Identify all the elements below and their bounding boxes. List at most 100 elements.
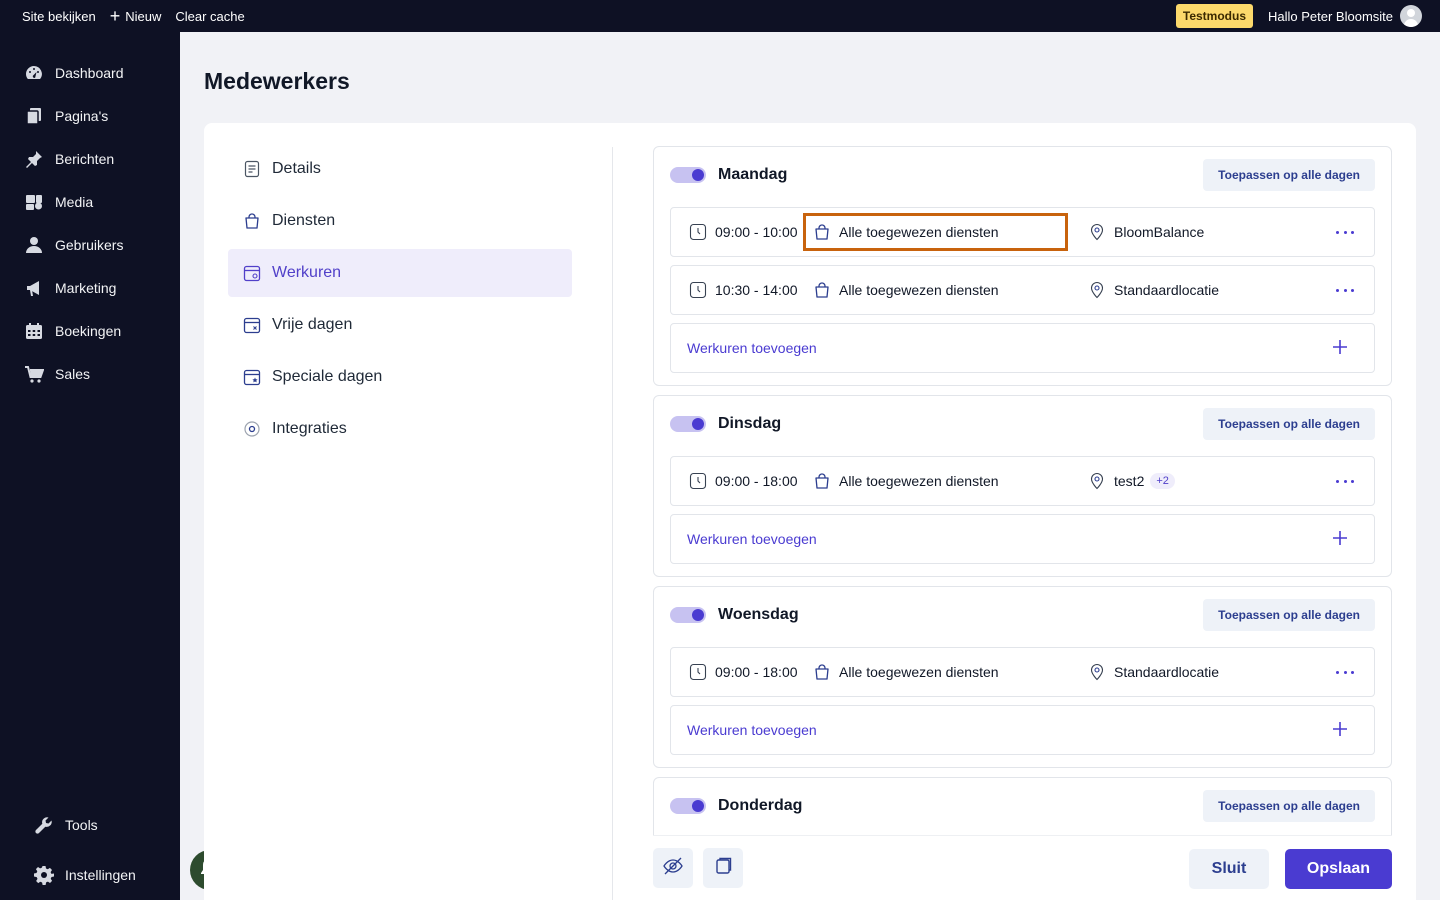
save-button[interactable]: Opslaan [1285, 849, 1392, 889]
day-card-thursday: Donderdag Toepassen op alle dagen [653, 777, 1392, 836]
subnav-item-days-off[interactable]: Vrije dagen [228, 301, 572, 349]
subnav-label: Diensten [272, 212, 336, 229]
day-toggle[interactable] [670, 606, 706, 623]
day-toggle[interactable] [670, 166, 706, 183]
add-working-hours-label: Werkuren toevoegen [687, 722, 817, 738]
time-range[interactable]: 09:00 - 10:00 [671, 223, 803, 241]
day-header: Donderdag Toepassen op alle dagen [670, 778, 1375, 833]
sidebar-item-bookings[interactable]: Boekingen [0, 309, 180, 352]
calendar-star-icon [242, 367, 262, 387]
sidebar-item-marketing[interactable]: Marketing [0, 266, 180, 309]
more-options-icon[interactable] [1336, 283, 1354, 297]
view-site-link[interactable]: Site bekijken [0, 0, 103, 32]
admin-top-bar: Site bekijken + Nieuw Clear cache Testmod… [0, 0, 1440, 32]
subnav-item-services[interactable]: Diensten [228, 197, 572, 245]
add-working-hours-button[interactable]: Werkuren toevoegen [670, 323, 1375, 373]
day-header: Maandag Toepassen op alle dagen [670, 147, 1375, 202]
bag-icon [813, 223, 831, 241]
megaphone-icon [24, 278, 44, 298]
sidebar-item-settings[interactable]: Instellingen [0, 850, 180, 900]
services-selector[interactable]: Alle toegewezen diensten [803, 213, 1068, 251]
apply-all-days-button[interactable]: Toepassen op alle dagen [1203, 598, 1375, 631]
day-name: Donderdag [718, 796, 803, 814]
services-selector[interactable]: Alle toegewezen diensten [803, 653, 1068, 691]
sidebar-item-label: Berichten [55, 150, 115, 167]
close-button[interactable]: Sluit [1189, 849, 1269, 889]
day-name: Maandag [718, 165, 788, 183]
working-hours-panel: Maandag Toepassen op alle dagen 09:00 - … [653, 146, 1392, 836]
day-name: Dinsdag [718, 414, 782, 432]
add-working-hours-button[interactable]: Werkuren toevoegen [670, 705, 1375, 755]
bag-icon [813, 663, 831, 681]
location-text: test2 [1114, 473, 1145, 489]
services-text: Alle toegewezen diensten [839, 473, 999, 489]
services-text: Alle toegewezen diensten [839, 224, 999, 240]
location-selector[interactable]: test2 +2 [1068, 472, 1175, 490]
subnav-item-special-days[interactable]: Speciale dagen [228, 353, 572, 401]
subnav-item-integrations[interactable]: Integraties [228, 405, 572, 453]
sidebar-item-dashboard[interactable]: Dashboard [0, 51, 180, 94]
top-bar-right: Testmodus Hallo Peter Bloomsite [1175, 0, 1440, 32]
time-range-text: 09:00 - 18:00 [715, 664, 798, 680]
apply-all-days-button[interactable]: Toepassen op alle dagen [1203, 789, 1375, 822]
time-range[interactable]: 09:00 - 18:00 [671, 472, 803, 490]
sidebar-item-pages[interactable]: Pagina's [0, 94, 180, 137]
sidebar-item-users[interactable]: Gebruikers [0, 223, 180, 266]
clock-icon [689, 223, 707, 241]
greeting-link[interactable]: Hallo Peter Bloomsite [1268, 9, 1393, 24]
sidebar-item-sales[interactable]: Sales [0, 352, 180, 395]
time-range[interactable]: 10:30 - 14:00 [671, 281, 803, 299]
location-selector[interactable]: BloomBalance [1068, 223, 1204, 241]
time-range[interactable]: 09:00 - 18:00 [671, 663, 803, 681]
apply-all-days-button[interactable]: Toepassen op alle dagen [1203, 407, 1375, 440]
location-selector[interactable]: Standaardlocatie [1068, 663, 1219, 681]
testmode-badge[interactable]: Testmodus [1175, 4, 1253, 28]
clear-cache-link[interactable]: Clear cache [168, 0, 251, 32]
subnav-item-details[interactable]: Details [228, 145, 572, 193]
time-range-text: 09:00 - 10:00 [715, 224, 798, 240]
services-text: Alle toegewezen diensten [839, 664, 999, 680]
apply-all-days-button[interactable]: Toepassen op alle dagen [1203, 158, 1375, 191]
user-icon [24, 235, 44, 255]
location-text: BloomBalance [1114, 224, 1205, 240]
subnav-label: Integraties [272, 420, 347, 437]
services-selector[interactable]: Alle toegewezen diensten [803, 462, 1068, 500]
plus-icon [1330, 719, 1350, 739]
form-footer: Sluit Opslaan [653, 835, 1392, 900]
add-working-hours-button[interactable]: Werkuren toevoegen [670, 514, 1375, 564]
hide-button[interactable] [653, 848, 693, 888]
more-options-icon[interactable] [1336, 665, 1354, 679]
new-menu[interactable]: + Nieuw [103, 0, 169, 32]
location-text: Standaardlocatie [1114, 282, 1220, 298]
duplicate-button[interactable] [703, 848, 743, 888]
services-selector[interactable]: Alle toegewezen diensten [803, 271, 1068, 309]
sidebar-item-posts[interactable]: Berichten [0, 137, 180, 180]
day-toggle[interactable] [670, 797, 706, 814]
calendar-icon [24, 321, 44, 341]
slot-list: 09:00 - 18:00 Alle toegewezen diensten t… [670, 456, 1375, 564]
location-selector[interactable]: Standaardlocatie [1068, 281, 1219, 299]
avatar[interactable] [1400, 5, 1422, 27]
location-pin-icon [1088, 663, 1106, 681]
clear-cache-label: Clear cache [175, 8, 245, 24]
sidebar-item-tools[interactable]: Tools [0, 800, 180, 850]
time-range-text: 09:00 - 18:00 [715, 473, 798, 489]
more-options-icon[interactable] [1336, 474, 1354, 488]
subnav-item-working-hours[interactable]: Werkuren [228, 249, 572, 297]
day-header: Dinsdag Toepassen op alle dagen [670, 396, 1375, 451]
integration-icon [242, 419, 262, 439]
sidebar-item-label: Instellingen [65, 867, 136, 883]
location-pin-icon [1088, 281, 1106, 299]
more-options-icon[interactable] [1336, 225, 1354, 239]
time-slot-row: 09:00 - 18:00 Alle toegewezen diensten t… [670, 456, 1375, 506]
day-name: Woensdag [718, 605, 799, 623]
plus-icon [1330, 337, 1350, 357]
day-toggle[interactable] [670, 415, 706, 432]
time-slot-row: 09:00 - 10:00 Alle toegewezen diensten B… [670, 207, 1375, 257]
view-site-label: Site bekijken [22, 8, 96, 24]
employee-subnav: Details Diensten Werkuren Vrije dagen Sp… [228, 145, 572, 457]
day-card-tuesday: Dinsdag Toepassen op alle dagen 09:00 - … [653, 395, 1392, 577]
sidebar-item-label: Marketing [55, 279, 117, 296]
new-label: Nieuw [125, 8, 162, 24]
sidebar-item-media[interactable]: Media [0, 180, 180, 223]
